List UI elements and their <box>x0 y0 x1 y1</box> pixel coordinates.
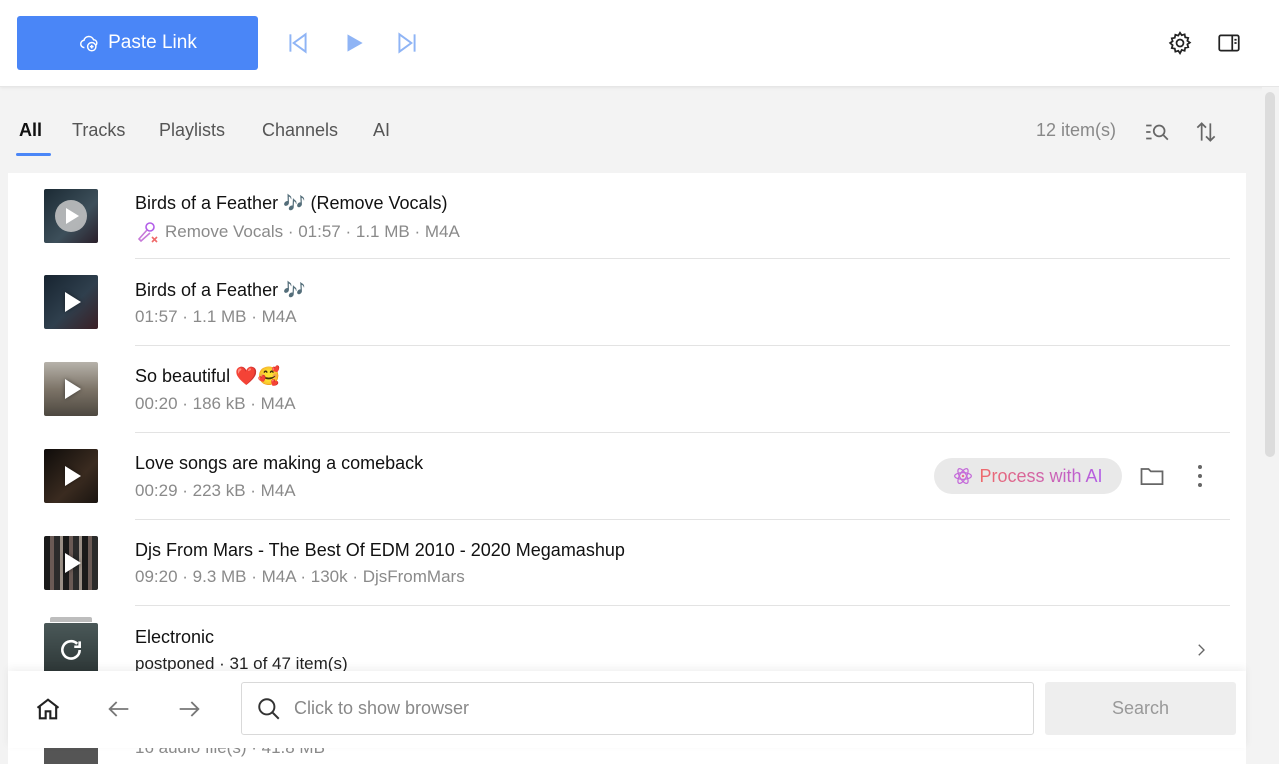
back-arrow-icon[interactable] <box>103 693 135 725</box>
browser-search-field[interactable] <box>241 682 1034 735</box>
play-circle-icon <box>55 200 87 232</box>
list-item[interactable]: So beautiful ❤️🥰 00:20 · 186 kB · M4A <box>8 347 1246 434</box>
tab-all[interactable]: All <box>19 120 42 141</box>
item-meta: 00:29 · 223 kB · M4A <box>135 481 296 500</box>
item-meta: Remove Vocals · 01:57 · 1.1 MB · M4A <box>135 220 460 244</box>
divider <box>135 519 1230 520</box>
item-title: Birds of a Feather 🎶 <box>135 280 306 300</box>
divider <box>135 258 1230 259</box>
forward-arrow-icon[interactable] <box>173 693 205 725</box>
tab-playlists[interactable]: Playlists <box>159 120 225 141</box>
track-thumbnail[interactable] <box>44 189 98 243</box>
play-icon <box>65 553 81 573</box>
list-item[interactable]: Birds of a Feather 🎶 01:57 · 1.1 MB · M4… <box>8 260 1246 347</box>
list-item[interactable]: Love songs are making a comeback 00:29 ·… <box>8 434 1246 521</box>
tab-channels[interactable]: Channels <box>262 120 338 141</box>
chevron-right-icon[interactable] <box>1192 639 1210 661</box>
divider <box>135 432 1230 433</box>
paste-link-label: Paste Link <box>108 32 197 53</box>
item-count: 12 item(s) <box>1036 120 1117 140</box>
active-tab-indicator <box>16 153 51 156</box>
play-icon <box>65 466 81 486</box>
search-icon <box>258 697 280 719</box>
settings-gear-icon[interactable] <box>1165 28 1195 58</box>
divider <box>135 345 1230 346</box>
skip-next-icon[interactable] <box>392 28 422 58</box>
play-icon <box>65 379 81 399</box>
search-input[interactable] <box>294 698 1014 719</box>
item-title: Djs From Mars - The Best Of EDM 2010 - 2… <box>135 540 625 560</box>
play-icon[interactable] <box>339 28 369 58</box>
tab-ai[interactable]: AI <box>373 120 390 141</box>
top-toolbar: Paste Link <box>0 0 1279 87</box>
scrollbar-thumb[interactable] <box>1265 92 1275 457</box>
process-with-ai-button[interactable]: Process with AI <box>934 458 1122 494</box>
remove-vocals-icon <box>137 222 158 243</box>
item-title: Birds of a Feather 🎶 (Remove Vocals) <box>135 193 448 213</box>
playlist-thumbnail[interactable] <box>44 623 98 677</box>
filter-search-icon[interactable] <box>1142 117 1172 147</box>
track-thumbnail[interactable] <box>44 536 98 590</box>
link-cloud-icon <box>80 35 98 52</box>
refresh-icon <box>61 639 81 660</box>
track-thumbnail[interactable] <box>44 275 98 329</box>
item-meta: 01:57 · 1.1 MB · M4A <box>135 307 297 326</box>
list-item[interactable]: Djs From Mars - The Best Of EDM 2010 - 2… <box>8 521 1246 608</box>
partial-thumbnail <box>44 748 98 764</box>
item-meta: 09:20 · 9.3 MB · M4A · 130k · DjsFromMar… <box>135 567 465 586</box>
tab-tracks[interactable]: Tracks <box>72 120 125 141</box>
search-button[interactable]: Search <box>1045 682 1236 735</box>
more-options-icon[interactable] <box>1190 462 1210 490</box>
stack-edge <box>50 617 92 622</box>
track-thumbnail[interactable] <box>44 362 98 416</box>
atom-icon <box>954 467 973 485</box>
home-icon[interactable] <box>32 693 64 725</box>
play-icon <box>65 292 81 312</box>
item-title: Electronic <box>135 627 215 647</box>
track-thumbnail[interactable] <box>44 449 98 503</box>
paste-link-button[interactable]: Paste Link <box>17 16 258 70</box>
process-with-ai-label: Process with AI <box>979 465 1103 486</box>
item-meta-text: Remove Vocals · 01:57 · 1.1 MB · M4A <box>165 222 460 241</box>
sidebar-toggle-icon[interactable] <box>1214 28 1244 58</box>
browser-bar: Search <box>8 671 1246 748</box>
folder-icon[interactable] <box>1138 462 1166 490</box>
filter-tabs: All Tracks Playlists Channels AI 12 item… <box>0 108 1262 158</box>
item-title: Love songs are making a comeback <box>135 453 424 473</box>
divider <box>135 605 1230 606</box>
list-item[interactable]: Birds of a Feather 🎶 (Remove Vocals) Rem… <box>8 173 1246 260</box>
item-title: So beautiful ❤️🥰 <box>135 366 280 386</box>
sort-icon[interactable] <box>1191 117 1221 147</box>
skip-previous-icon[interactable] <box>283 28 313 58</box>
item-meta: 00:20 · 186 kB · M4A <box>135 394 296 413</box>
